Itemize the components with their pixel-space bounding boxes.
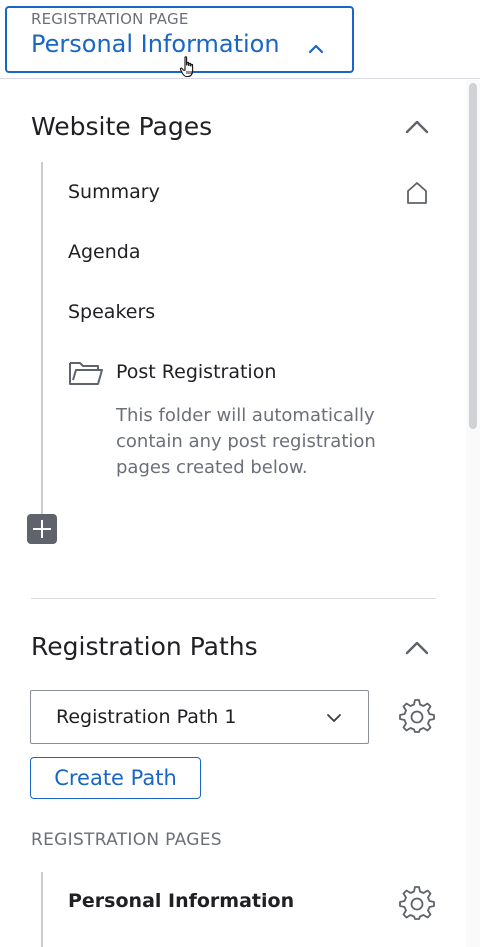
- nav-item-summary[interactable]: Summary: [68, 181, 160, 203]
- top-header: REGISTRATION PAGE Personal Information: [0, 0, 480, 79]
- scrollbar-thumb[interactable]: [469, 83, 477, 429]
- registration-path-value: Registration Path 1: [56, 706, 237, 728]
- path-settings-gear-icon[interactable]: [399, 698, 435, 734]
- home-icon[interactable]: [404, 180, 430, 206]
- selector-value: Personal Information: [31, 30, 280, 58]
- website-pages-tree-line: [41, 162, 43, 514]
- create-path-button[interactable]: Create Path: [30, 757, 201, 799]
- folder-description: This folder will automatically contain a…: [116, 405, 376, 478]
- nav-item-agenda[interactable]: Agenda: [68, 241, 141, 263]
- registration-pages-tree-line: [41, 872, 43, 947]
- collapse-registration-paths-icon[interactable]: [403, 635, 431, 663]
- registration-path-dropdown[interactable]: Registration Path 1: [30, 690, 369, 744]
- chevron-up-icon: [308, 44, 324, 54]
- folder-icon: [69, 362, 103, 385]
- registration-paths-title: Registration Paths: [31, 632, 258, 661]
- add-page-button[interactable]: [27, 514, 57, 544]
- section-divider: [31, 598, 436, 599]
- selector-caption: REGISTRATION PAGE: [31, 10, 189, 28]
- folder-post-registration[interactable]: Post Registration: [116, 361, 276, 383]
- website-pages-title: Website Pages: [31, 112, 213, 141]
- page-settings-gear-icon[interactable]: [399, 885, 435, 921]
- nav-item-speakers[interactable]: Speakers: [68, 301, 155, 323]
- chevron-down-icon: [327, 714, 341, 722]
- hand-cursor-icon: [179, 56, 194, 78]
- collapse-website-pages-icon[interactable]: [403, 114, 431, 142]
- registration-page-personal-information[interactable]: Personal Information: [68, 890, 294, 912]
- registration-pages-heading: REGISTRATION PAGES: [31, 830, 222, 850]
